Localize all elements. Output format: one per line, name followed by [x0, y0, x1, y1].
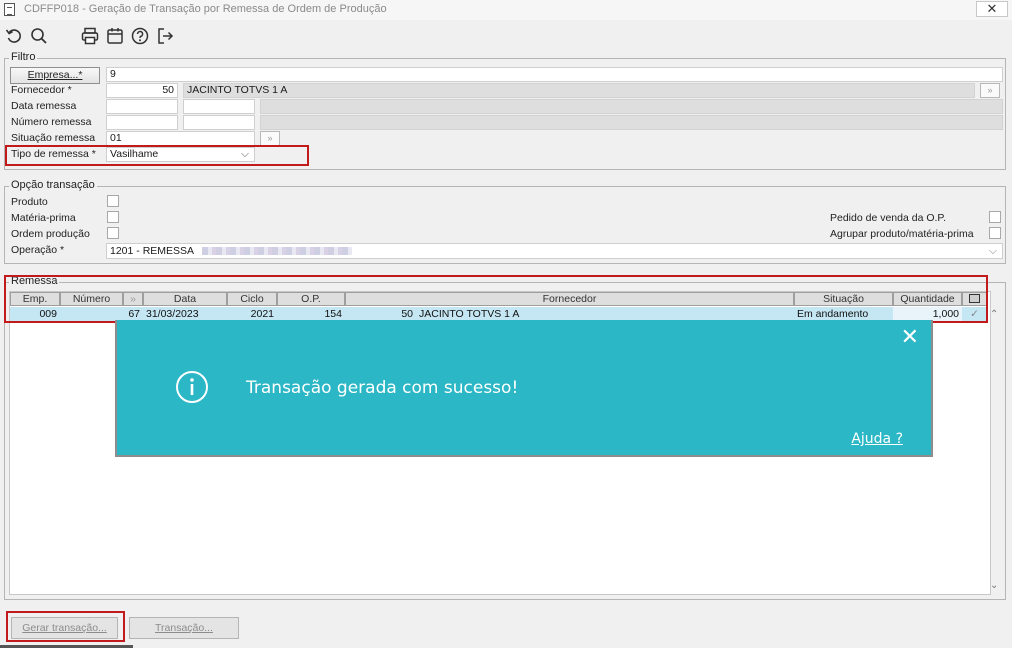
gerar-transacao-button[interactable]: Gerar transação...: [11, 617, 118, 639]
table-row[interactable]: 009 67 31/03/2023 2021 154 50 JACINTO TO…: [10, 307, 987, 321]
col-select-all[interactable]: [962, 292, 987, 306]
situacao-remessa-field[interactable]: 01: [106, 131, 255, 146]
materia-prima-checkbox[interactable]: [107, 211, 119, 223]
filtro-title: Filtro: [9, 51, 38, 63]
ordem-producao-checkbox[interactable]: [107, 227, 119, 239]
col-zoom[interactable]: »: [123, 292, 143, 306]
ordem-producao-label: Ordem produção: [11, 228, 90, 240]
scroll-down-icon[interactable]: ⌄: [990, 580, 998, 591]
col-quantidade[interactable]: Quantidade: [893, 292, 962, 306]
app-window: CDFFP018 - Geração de Transação por Reme…: [0, 0, 1012, 648]
redacted-text: [202, 247, 353, 256]
close-window-button[interactable]: ✕: [976, 1, 1008, 17]
toast-help-link[interactable]: Ajuda ?: [851, 431, 903, 447]
numero-remessa-label: Número remessa: [11, 116, 92, 128]
agrupar-label: Agrupar produto/matéria-prima: [830, 228, 974, 240]
search-icon[interactable]: [29, 26, 49, 46]
tipo-remessa-value: Vasilhame: [110, 148, 159, 160]
help-icon[interactable]: [130, 26, 150, 46]
grid-header: Emp. Número » Data Ciclo O.P. Fornecedor…: [10, 292, 992, 306]
toast-close-button[interactable]: ✕: [901, 326, 919, 348]
tipo-remessa-label: Tipo de remessa *: [11, 148, 96, 160]
numero-remessa-filler: [260, 115, 1003, 130]
row-checkbox[interactable]: ✓: [962, 307, 987, 321]
data-remessa-end-field[interactable]: [183, 99, 255, 114]
toast-message: Transação gerada com sucesso!: [246, 378, 519, 398]
cell-quantidade: 1,000: [893, 307, 962, 321]
empresa-field[interactable]: 9: [106, 67, 1003, 82]
pedido-venda-label: Pedido de venda da O.P.: [830, 212, 946, 224]
operacao-select[interactable]: 1201 - REMESSA ⌵: [106, 243, 1003, 259]
calendar-icon[interactable]: [105, 26, 125, 46]
fornecedor-code-field[interactable]: 50: [106, 83, 178, 98]
fornecedor-zoom-button[interactable]: »: [980, 83, 1000, 98]
cell-ciclo: 2021: [250, 308, 274, 320]
data-remessa-start-field[interactable]: [106, 99, 178, 114]
refresh-icon[interactable]: [4, 26, 24, 46]
data-remessa-filler: [260, 99, 1003, 114]
col-numero[interactable]: Número: [60, 292, 123, 306]
scroll-up-icon[interactable]: ⌃: [990, 309, 998, 320]
toolbar: [0, 22, 1012, 50]
cell-situacao: Em andamento: [797, 308, 869, 320]
transacao-button[interactable]: Transação...: [129, 617, 239, 639]
col-situacao[interactable]: Situação: [794, 292, 893, 306]
agrupar-checkbox[interactable]: [989, 227, 1001, 239]
window-title: CDFFP018 - Geração de Transação por Reme…: [24, 3, 387, 15]
col-op[interactable]: O.P.: [277, 292, 345, 306]
col-emp[interactable]: Emp.: [10, 292, 60, 306]
cell-op: 154: [324, 308, 342, 320]
cell-emp: 009: [39, 308, 57, 320]
col-ciclo[interactable]: Ciclo: [227, 292, 277, 306]
fornecedor-name-field: JACINTO TOTVS 1 A: [183, 83, 975, 98]
opcao-title: Opção transação: [9, 179, 97, 191]
tipo-remessa-select[interactable]: Vasilhame ⌵: [106, 147, 255, 162]
situacao-zoom-button[interactable]: »: [260, 131, 280, 146]
materia-prima-label: Matéria-prima: [11, 212, 76, 224]
data-remessa-label: Data remessa: [11, 100, 77, 112]
empresa-button[interactable]: Empresa...*: [10, 67, 100, 84]
cell-data: 31/03/2023: [146, 308, 199, 320]
success-toast: ✕ Transação gerada com sucesso! Ajuda ?: [115, 320, 933, 457]
pedido-venda-checkbox[interactable]: [989, 211, 1001, 223]
cell-fornecedor-code: 50: [401, 308, 413, 320]
select-all-checkbox[interactable]: [969, 294, 980, 303]
produto-checkbox[interactable]: [107, 195, 119, 207]
numero-remessa-start-field[interactable]: [106, 115, 178, 130]
operacao-label: Operação *: [11, 244, 65, 256]
document-icon: [4, 3, 15, 16]
exit-icon[interactable]: [155, 26, 175, 46]
print-icon[interactable]: [80, 26, 100, 46]
remessa-title: Remessa: [9, 275, 60, 287]
cell-numero: 67: [128, 308, 140, 320]
chevron-down-icon: ⌵: [989, 245, 997, 257]
numero-remessa-end-field[interactable]: [183, 115, 255, 130]
fornecedor-label: Fornecedor *: [11, 84, 72, 96]
cell-fornecedor-name: JACINTO TOTVS 1 A: [419, 308, 520, 320]
produto-label: Produto: [11, 196, 48, 208]
col-fornecedor[interactable]: Fornecedor: [345, 292, 794, 306]
operacao-value: 1201 - REMESSA: [110, 245, 194, 257]
col-data[interactable]: Data: [143, 292, 227, 306]
situacao-remessa-label: Situação remessa: [11, 132, 96, 144]
chevron-down-icon: ⌵: [241, 148, 249, 160]
title-bar: CDFFP018 - Geração de Transação por Reme…: [0, 0, 1012, 20]
info-icon: [175, 370, 209, 404]
scrollbar[interactable]: [987, 307, 991, 594]
